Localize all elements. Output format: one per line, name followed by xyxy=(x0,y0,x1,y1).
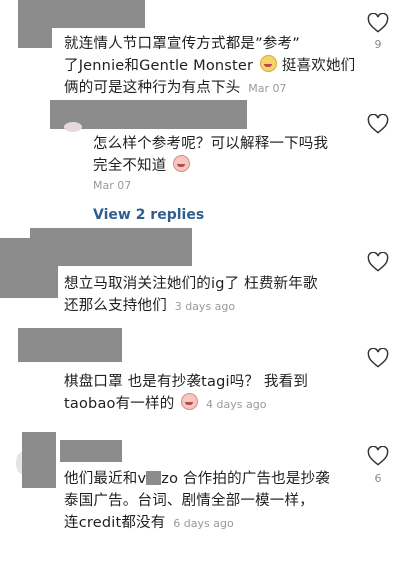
comment-text: 棋盘口罩 也是有抄袭tagi吗？ 我看到 taobao有一样的 4 days a… xyxy=(64,371,364,416)
redacted-username xyxy=(18,0,145,28)
redacted-avatar xyxy=(22,432,56,488)
comment-timestamp: 4 days ago xyxy=(206,398,267,411)
like-heart-icon[interactable] xyxy=(367,348,389,368)
view-replies-link[interactable]: View 2 replies xyxy=(93,207,204,223)
comment-line: 想立马取消关注她们的ig了 枉费新年歌 xyxy=(64,276,318,292)
like-count: 6 xyxy=(374,472,382,485)
comment-item-4: 他们最近和v zo 合作拍的广告也是抄袭 泰国广告。台词、剧情全部一模一样， 连c… xyxy=(0,432,405,561)
comment-line: 还那么支持他们 xyxy=(64,298,167,314)
crying-face-icon xyxy=(260,55,278,72)
comment-item-2: 想立马取消关注她们的ig了 枉费新年歌 还那么支持他们 3 days ago xyxy=(0,228,405,323)
like-heart-icon[interactable] xyxy=(367,446,389,466)
like-count: 9 xyxy=(374,38,382,51)
like-heart-icon[interactable] xyxy=(367,114,389,134)
redacted-avatar xyxy=(0,238,58,298)
comment-line: taobao有一样的 xyxy=(64,396,175,412)
comment-timestamp: Mar 07 xyxy=(93,179,132,192)
crying-face-icon xyxy=(173,155,191,172)
comment-timestamp: 6 days ago xyxy=(173,517,234,530)
redacted-username xyxy=(60,440,122,462)
comment-line: 他们最近和v xyxy=(64,471,147,487)
comment-text: 想立马取消关注她们的ig了 枉费新年歌 还那么支持他们 3 days ago xyxy=(64,273,364,318)
comment-timestamp: Mar 07 xyxy=(248,82,287,95)
comment-text: 就连情人节口罩宣传方式都是”参考” 了Jennie和Gentle Monster… xyxy=(64,33,364,100)
redacted-username xyxy=(18,328,122,362)
comment-line: 俩的可是这种行为有点下头 xyxy=(64,80,241,96)
avatar xyxy=(64,122,82,132)
comment-item-3: 棋盘口罩 也是有抄袭tagi吗？ 我看到 taobao有一样的 4 days a… xyxy=(0,328,405,423)
like-heart-icon[interactable] xyxy=(367,13,389,33)
comment-line: 挺喜欢她们 xyxy=(281,58,356,74)
redacted-brand xyxy=(146,471,162,485)
like-heart-icon[interactable] xyxy=(367,252,389,272)
comment-text: 他们最近和v zo 合作拍的广告也是抄袭 泰国广告。台词、剧情全部一模一样， 连c… xyxy=(64,468,369,535)
comment-line: 完全不知道 xyxy=(93,158,167,174)
reply-item-1: 怎么样个参考呢？可以解释一下吗我 完全不知道 Mar 07 xyxy=(0,100,405,195)
comment-line: 就连情人节口罩宣传方式都是”参考” xyxy=(64,36,300,52)
comment-line: zo 合作拍的广告也是抄袭 xyxy=(161,471,330,487)
redacted-avatar xyxy=(18,28,52,48)
crying-face-icon xyxy=(181,393,199,410)
comment-item-1: 就连情人节口罩宣传方式都是”参考” 了Jennie和Gentle Monster… xyxy=(0,0,405,100)
comment-text: 怎么样个参考呢？可以解释一下吗我 完全不知道 xyxy=(93,133,363,177)
comment-line: 怎么样个参考呢？可以解释一下吗我 xyxy=(93,136,329,152)
comment-line: 了Jennie和Gentle Monster xyxy=(64,58,254,74)
comment-line: 棋盘口罩 也是有抄袭tagi吗？ 我看到 xyxy=(64,374,309,390)
comment-line: 泰国广告。台词、剧情全部一模一样， xyxy=(64,493,314,509)
comment-line: 连credit都没有 xyxy=(64,515,166,531)
comment-timestamp: 3 days ago xyxy=(174,300,236,313)
